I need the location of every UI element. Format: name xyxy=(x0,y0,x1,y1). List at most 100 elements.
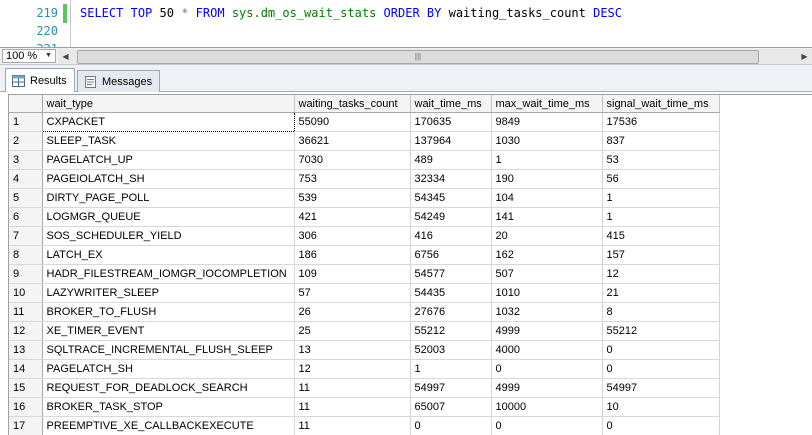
tab-messages[interactable]: Messages xyxy=(77,70,160,92)
cell-waiting-tasks-count[interactable]: 109 xyxy=(294,265,410,284)
cell-waiting-tasks-count[interactable]: 753 xyxy=(294,170,410,189)
cell-waiting-tasks-count[interactable]: 25 xyxy=(294,322,410,341)
cell-wait-time-ms[interactable]: 65007 xyxy=(410,398,491,417)
table-row[interactable]: 14PAGELATCH_SH12100 xyxy=(9,360,719,379)
cell-wait-time-ms[interactable]: 32334 xyxy=(410,170,491,189)
table-row[interactable]: 11BROKER_TO_FLUSH262767610328 xyxy=(9,303,719,322)
cell-signal-wait-time-ms[interactable]: 54997 xyxy=(602,379,719,398)
cell-waiting-tasks-count[interactable]: 13 xyxy=(294,341,410,360)
cell-waiting-tasks-count[interactable]: 36621 xyxy=(294,132,410,151)
column-header-wait-time-ms[interactable]: wait_time_ms xyxy=(410,95,491,113)
cell-wait-time-ms[interactable]: 27676 xyxy=(410,303,491,322)
cell-signal-wait-time-ms[interactable]: 0 xyxy=(602,360,719,379)
row-number[interactable]: 14 xyxy=(9,360,42,379)
cell-max-wait-time-ms[interactable]: 1032 xyxy=(491,303,602,322)
cell-waiting-tasks-count[interactable]: 11 xyxy=(294,417,410,435)
cell-waiting-tasks-count[interactable]: 11 xyxy=(294,398,410,417)
cell-wait-time-ms[interactable]: 0 xyxy=(410,417,491,435)
cell-signal-wait-time-ms[interactable]: 1 xyxy=(602,208,719,227)
cell-max-wait-time-ms[interactable]: 9849 xyxy=(491,113,602,132)
cell-wait-type[interactable]: LATCH_EX xyxy=(42,246,294,265)
cell-signal-wait-time-ms[interactable]: 55212 xyxy=(602,322,719,341)
table-row[interactable]: 6LOGMGR_QUEUE421542491411 xyxy=(9,208,719,227)
horizontal-scrollbar[interactable]: ◀ ||| ▶ xyxy=(58,49,812,64)
cell-wait-type[interactable]: REQUEST_FOR_DEADLOCK_SEARCH xyxy=(42,379,294,398)
cell-wait-time-ms[interactable]: 54249 xyxy=(410,208,491,227)
row-number[interactable]: 2 xyxy=(9,132,42,151)
cell-wait-time-ms[interactable]: 54435 xyxy=(410,284,491,303)
row-number[interactable]: 12 xyxy=(9,322,42,341)
cell-wait-time-ms[interactable]: 55212 xyxy=(410,322,491,341)
chevron-down-icon[interactable]: ▼ xyxy=(43,51,54,61)
cell-signal-wait-time-ms[interactable]: 10 xyxy=(602,398,719,417)
cell-wait-type[interactable]: PAGELATCH_UP xyxy=(42,151,294,170)
cell-max-wait-time-ms[interactable]: 141 xyxy=(491,208,602,227)
cell-wait-type[interactable]: BROKER_TASK_STOP xyxy=(42,398,294,417)
cell-signal-wait-time-ms[interactable]: 17536 xyxy=(602,113,719,132)
cell-wait-time-ms[interactable]: 1 xyxy=(410,360,491,379)
column-header-waiting-tasks-count[interactable]: waiting_tasks_count xyxy=(294,95,410,113)
cell-max-wait-time-ms[interactable]: 4999 xyxy=(491,379,602,398)
scroll-right-icon[interactable]: ▶ xyxy=(797,49,812,64)
column-header-wait-type[interactable]: wait_type xyxy=(42,95,294,113)
tab-results[interactable]: Results xyxy=(5,68,75,92)
row-number[interactable]: 3 xyxy=(9,151,42,170)
cell-wait-type[interactable]: PREEMPTIVE_XE_CALLBACKEXECUTE xyxy=(42,417,294,435)
cell-wait-time-ms[interactable]: 54577 xyxy=(410,265,491,284)
cell-max-wait-time-ms[interactable]: 507 xyxy=(491,265,602,284)
table-row[interactable]: 17PREEMPTIVE_XE_CALLBACKEXECUTE11000 xyxy=(9,417,719,435)
cell-signal-wait-time-ms[interactable]: 415 xyxy=(602,227,719,246)
table-row[interactable]: 4PAGEIOLATCH_SH7533233419056 xyxy=(9,170,719,189)
table-row[interactable]: 7SOS_SCHEDULER_YIELD30641620415 xyxy=(9,227,719,246)
cell-waiting-tasks-count[interactable]: 306 xyxy=(294,227,410,246)
cell-waiting-tasks-count[interactable]: 186 xyxy=(294,246,410,265)
cell-waiting-tasks-count[interactable]: 55090 xyxy=(294,113,410,132)
row-number[interactable]: 15 xyxy=(9,379,42,398)
cell-wait-time-ms[interactable]: 52003 xyxy=(410,341,491,360)
cell-waiting-tasks-count[interactable]: 26 xyxy=(294,303,410,322)
cell-signal-wait-time-ms[interactable]: 8 xyxy=(602,303,719,322)
zoom-select[interactable]: 100 % ▼ xyxy=(2,49,56,63)
cell-wait-time-ms[interactable]: 489 xyxy=(410,151,491,170)
cell-signal-wait-time-ms[interactable]: 0 xyxy=(602,417,719,435)
row-number[interactable]: 16 xyxy=(9,398,42,417)
sql-query-line[interactable]: SELECT TOP 50 * FROM sys.dm_os_wait_stat… xyxy=(80,6,622,20)
table-row[interactable]: 12XE_TIMER_EVENT2555212499955212 xyxy=(9,322,719,341)
row-number[interactable]: 8 xyxy=(9,246,42,265)
row-number[interactable]: 9 xyxy=(9,265,42,284)
cell-wait-type[interactable]: DIRTY_PAGE_POLL xyxy=(42,189,294,208)
cell-wait-time-ms[interactable]: 170635 xyxy=(410,113,491,132)
row-number[interactable]: 5 xyxy=(9,189,42,208)
results-grid[interactable]: wait_type waiting_tasks_count wait_time_… xyxy=(8,94,812,435)
cell-wait-type[interactable]: LAZYWRITER_SLEEP xyxy=(42,284,294,303)
table-row[interactable]: 15REQUEST_FOR_DEADLOCK_SEARCH11 549974999… xyxy=(9,379,719,398)
cell-wait-time-ms[interactable]: 6756 xyxy=(410,246,491,265)
column-header-max-wait-time-ms[interactable]: max_wait_time_ms xyxy=(491,95,602,113)
cell-wait-type[interactable]: LOGMGR_QUEUE xyxy=(42,208,294,227)
table-row[interactable]: 9HADR_FILESTREAM_IOMGR_IOCOMPLETION10954… xyxy=(9,265,719,284)
table-row[interactable]: 3PAGELATCH_UP7030489153 xyxy=(9,151,719,170)
cell-wait-type[interactable]: CXPACKET xyxy=(42,113,294,132)
cell-waiting-tasks-count[interactable]: 12 xyxy=(294,360,410,379)
cell-wait-type[interactable]: PAGEIOLATCH_SH xyxy=(42,170,294,189)
cell-max-wait-time-ms[interactable]: 104 xyxy=(491,189,602,208)
cell-wait-time-ms[interactable]: 416 xyxy=(410,227,491,246)
cell-signal-wait-time-ms[interactable]: 56 xyxy=(602,170,719,189)
cell-signal-wait-time-ms[interactable]: 157 xyxy=(602,246,719,265)
table-row[interactable]: 13SQLTRACE_INCREMENTAL_FLUSH_SLEEP135200… xyxy=(9,341,719,360)
cell-wait-type[interactable]: XE_TIMER_EVENT xyxy=(42,322,294,341)
cell-max-wait-time-ms[interactable]: 4000 xyxy=(491,341,602,360)
cell-waiting-tasks-count[interactable]: 11 xyxy=(294,379,410,398)
table-row[interactable]: 8LATCH_EX1866756162157 xyxy=(9,246,719,265)
cell-signal-wait-time-ms[interactable]: 1 xyxy=(602,189,719,208)
row-header-corner[interactable] xyxy=(9,95,42,113)
row-number[interactable]: 1 xyxy=(9,113,42,132)
cell-max-wait-time-ms[interactable]: 0 xyxy=(491,360,602,379)
row-number[interactable]: 7 xyxy=(9,227,42,246)
cell-max-wait-time-ms[interactable]: 1030 xyxy=(491,132,602,151)
cell-max-wait-time-ms[interactable]: 162 xyxy=(491,246,602,265)
column-header-signal-wait-time-ms[interactable]: signal_wait_time_ms xyxy=(602,95,719,113)
cell-wait-type[interactable]: SOS_SCHEDULER_YIELD xyxy=(42,227,294,246)
cell-max-wait-time-ms[interactable]: 4999 xyxy=(491,322,602,341)
row-number[interactable]: 4 xyxy=(9,170,42,189)
